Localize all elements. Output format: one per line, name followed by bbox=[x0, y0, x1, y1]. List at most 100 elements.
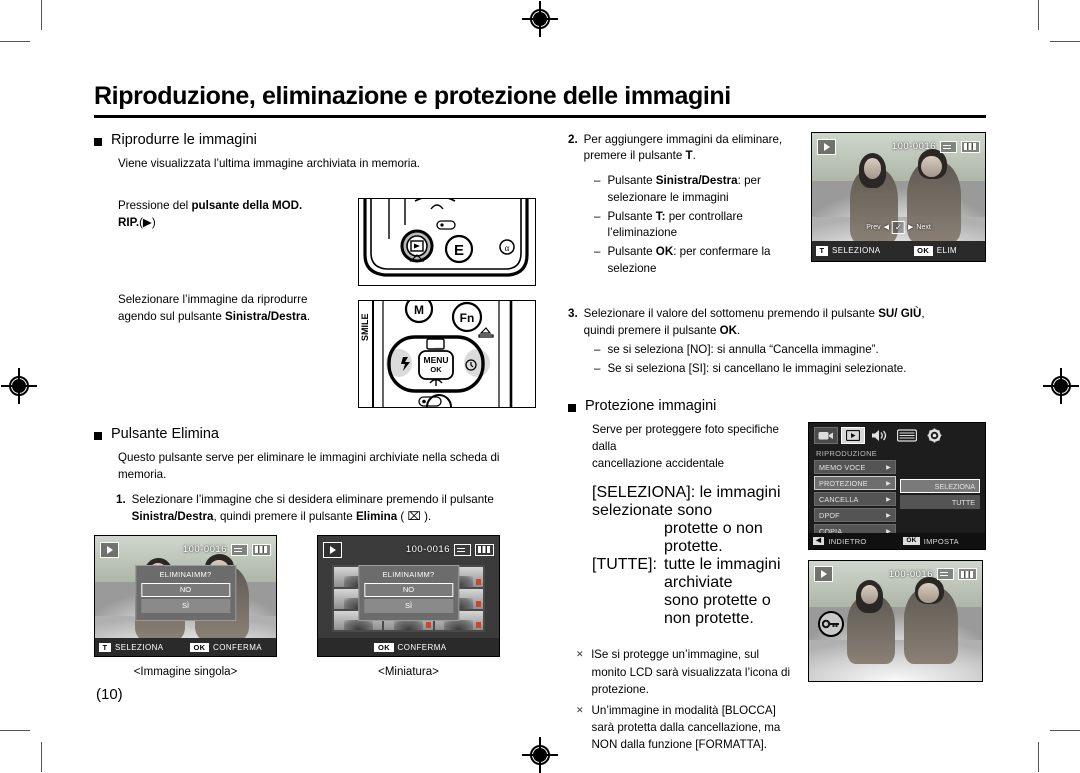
square-bullet-icon bbox=[94, 137, 102, 146]
protect-intro-line1: Serve per proteggere foto specifiche dal… bbox=[592, 423, 779, 453]
note-item: ✕ Un’immagine in modalità [BLOCCA] sarà … bbox=[576, 702, 798, 754]
square-bullet-icon bbox=[94, 432, 102, 441]
press-playback-bold: pulsante della MOD. bbox=[191, 199, 303, 213]
protect-option-tutte-cont: sono protette o non protette. bbox=[664, 592, 771, 628]
crop-mark-tr-v bbox=[1038, 0, 1040, 30]
tab-sound-icon[interactable] bbox=[868, 427, 892, 444]
check-box-icon[interactable]: ✓ bbox=[892, 220, 905, 234]
submenu-item-tutte[interactable]: TUTTE bbox=[899, 495, 980, 510]
sub-item-text: Pulsante OK: per confermare la selezione bbox=[607, 244, 770, 278]
lcd-top-status-bar: 100-0016 bbox=[318, 536, 499, 562]
tab-camera-icon[interactable] bbox=[814, 427, 838, 445]
step2-line2-plain: premere il pulsante bbox=[583, 149, 686, 163]
memory-card-icon bbox=[937, 568, 954, 581]
step1-bold2: Elimina bbox=[355, 509, 398, 523]
tab-display-icon[interactable] bbox=[895, 427, 919, 444]
dash-marker: – bbox=[594, 362, 601, 376]
opt2-key: [TUTTE]: bbox=[592, 556, 657, 574]
sub0-line2: selezionare le immagini bbox=[607, 190, 729, 204]
lcd-figure-thumbnail: 100-0016 ELIMINAIMM? NO SÌ OK CONFERMA <… bbox=[317, 535, 500, 678]
step2-line2-end: . bbox=[692, 149, 696, 163]
lcd-screen-thumbnail: 100-0016 ELIMINAIMM? NO SÌ OK CONFERMA bbox=[317, 535, 500, 658]
menu-items-list: MEMO VOCE ▶ PROTEZIONE ▶ CANCELLA ▶ DPOF… bbox=[814, 460, 896, 540]
right-column: 2. Per aggiungere immagini da eliminare,… bbox=[546, 131, 986, 757]
protect-key-icon-highlight bbox=[817, 611, 844, 638]
chevron-right-icon: ▶ bbox=[886, 496, 891, 503]
tab-playback-icon[interactable] bbox=[841, 427, 865, 445]
playback-mode-icon bbox=[817, 138, 836, 155]
dialog-title: ELIMINAIMM? bbox=[159, 569, 212, 579]
menu-item-label: CANCELLA bbox=[819, 494, 859, 504]
step3-line1-plain: Selezionare il valore del sottomenu prem… bbox=[583, 306, 879, 320]
sub2-line2: selezione bbox=[607, 262, 657, 276]
caption-thumbnail: <Miniatura> bbox=[378, 666, 439, 679]
battery-icon bbox=[252, 543, 271, 556]
battery-icon bbox=[475, 543, 494, 556]
sub-item-text: Se si seleziona [SI]: si cancellano le i… bbox=[607, 362, 907, 376]
section-heading-pulsante-elimina: Pulsante Elimina bbox=[94, 426, 546, 442]
speaker-icon bbox=[872, 430, 887, 442]
sub0-plain2: : per bbox=[737, 174, 761, 188]
registration-mark-right bbox=[1043, 368, 1079, 404]
press-playback-rip: RIP. bbox=[118, 216, 140, 230]
prev-next-selector: Prev ◀ ✓ ▶ Next bbox=[866, 220, 931, 234]
left-column: Riprodurre le immagini Viene visualizzat… bbox=[94, 132, 546, 757]
key-ok: OK bbox=[903, 536, 920, 546]
crop-mark-tr-h bbox=[1050, 41, 1080, 43]
lcd-top-status-bar: 100-0016 bbox=[809, 561, 982, 587]
memory-card-icon bbox=[454, 543, 471, 556]
press-playback-line2: RIP.(▶) bbox=[118, 215, 352, 232]
key-ok-label: IMPOSTA bbox=[923, 536, 959, 546]
key-t: T bbox=[816, 246, 828, 256]
dialog-option-no[interactable]: NO bbox=[140, 582, 231, 597]
elimina-steps: 1. Selezionare l’immagine che si desider… bbox=[116, 492, 546, 526]
lcd-top-status-bar: 100-0016 bbox=[812, 133, 985, 161]
crop-mark-tl-h bbox=[0, 41, 30, 43]
sub-item-text: Pulsante Sinistra/Destra: per selezionar… bbox=[607, 173, 760, 207]
menu-item-protezione[interactable]: PROTEZIONE ▶ bbox=[814, 476, 896, 491]
sub-item: – Se si seleziona [SI]: si cancellano le… bbox=[594, 361, 986, 378]
sub-item-text: Pulsante T: per controllare l’eliminazio… bbox=[607, 209, 742, 243]
sub-item-text: se si seleziona [NO]: si annulla “Cancel… bbox=[607, 343, 879, 357]
memory-card-icon bbox=[940, 140, 957, 153]
key-back-label: INDIETRO bbox=[828, 536, 867, 546]
page-title: Riproduzione, eliminazione e protezione … bbox=[94, 82, 731, 110]
menu-item-memo-voce[interactable]: MEMO VOCE ▶ bbox=[814, 460, 896, 475]
two-column-layout: Riprodurre le immagini Viene visualizzat… bbox=[94, 131, 986, 757]
menu-submenu-list: SELEZIONA TUTTE bbox=[899, 460, 980, 540]
step2-line1: Per aggiungere immagini da eliminare, bbox=[583, 132, 783, 146]
playback-button-icon: (▶) bbox=[139, 216, 156, 230]
menu-tab-bar bbox=[809, 423, 985, 447]
key-ok: OK bbox=[374, 642, 394, 653]
menu-item-dpof[interactable]: DPOF ▶ bbox=[814, 508, 896, 523]
menu-item-cancella[interactable]: CANCELLA ▶ bbox=[814, 492, 896, 507]
sub2-bold: OK bbox=[655, 245, 674, 259]
submenu-item-seleziona[interactable]: SELEZIONA bbox=[899, 479, 980, 494]
dialog-option-no[interactable]: NO bbox=[363, 582, 454, 597]
lcd-screen-select-delete: 100-0016 Prev ◀ ✓ ▶ Next T SELEZIONA OK … bbox=[811, 131, 986, 262]
lcd-status-group: 100-0016 bbox=[889, 568, 977, 581]
crop-mark-bl-h bbox=[0, 730, 30, 732]
lcd-figure-single: 100-0016 ELIMINAIMM? NO SÌ T SELEZIONA O… bbox=[94, 535, 277, 678]
dialog-option-yes[interactable]: SÌ bbox=[363, 598, 454, 613]
delete-confirm-dialog: ELIMINAIMM? NO SÌ bbox=[357, 564, 460, 621]
key-ok-label: CONFERMA bbox=[397, 642, 447, 652]
asterisk-marker: ✕ bbox=[576, 704, 584, 715]
tab-setup-icon[interactable] bbox=[922, 427, 946, 444]
next-label: Next bbox=[916, 223, 931, 231]
sub1-plain2: per controllare bbox=[665, 209, 743, 223]
sub0-plain1: Pulsante bbox=[607, 174, 656, 188]
section-heading-protezione: Protezione immagini bbox=[568, 398, 986, 414]
step3-sublist: – se si seleziona [NO]: si annulla “Canc… bbox=[594, 342, 986, 378]
note1-l3: NON dalla funzione [FORMATTA]. bbox=[591, 738, 768, 752]
dialog-option-yes[interactable]: SÌ bbox=[140, 598, 231, 613]
camera-drawing-1: E α bbox=[363, 199, 529, 277]
step-text: Selezionare l’immagine che si desidera e… bbox=[132, 492, 494, 526]
battery-icon bbox=[958, 568, 977, 581]
step-number: 3. bbox=[568, 306, 578, 320]
opt2-line1: tutte le immagini archiviate bbox=[664, 556, 781, 592]
dash-marker: – bbox=[594, 245, 601, 259]
gear-icon bbox=[927, 428, 941, 443]
svg-text:α: α bbox=[505, 243, 510, 253]
opt1-key: [SELEZIONA]: bbox=[592, 484, 696, 502]
